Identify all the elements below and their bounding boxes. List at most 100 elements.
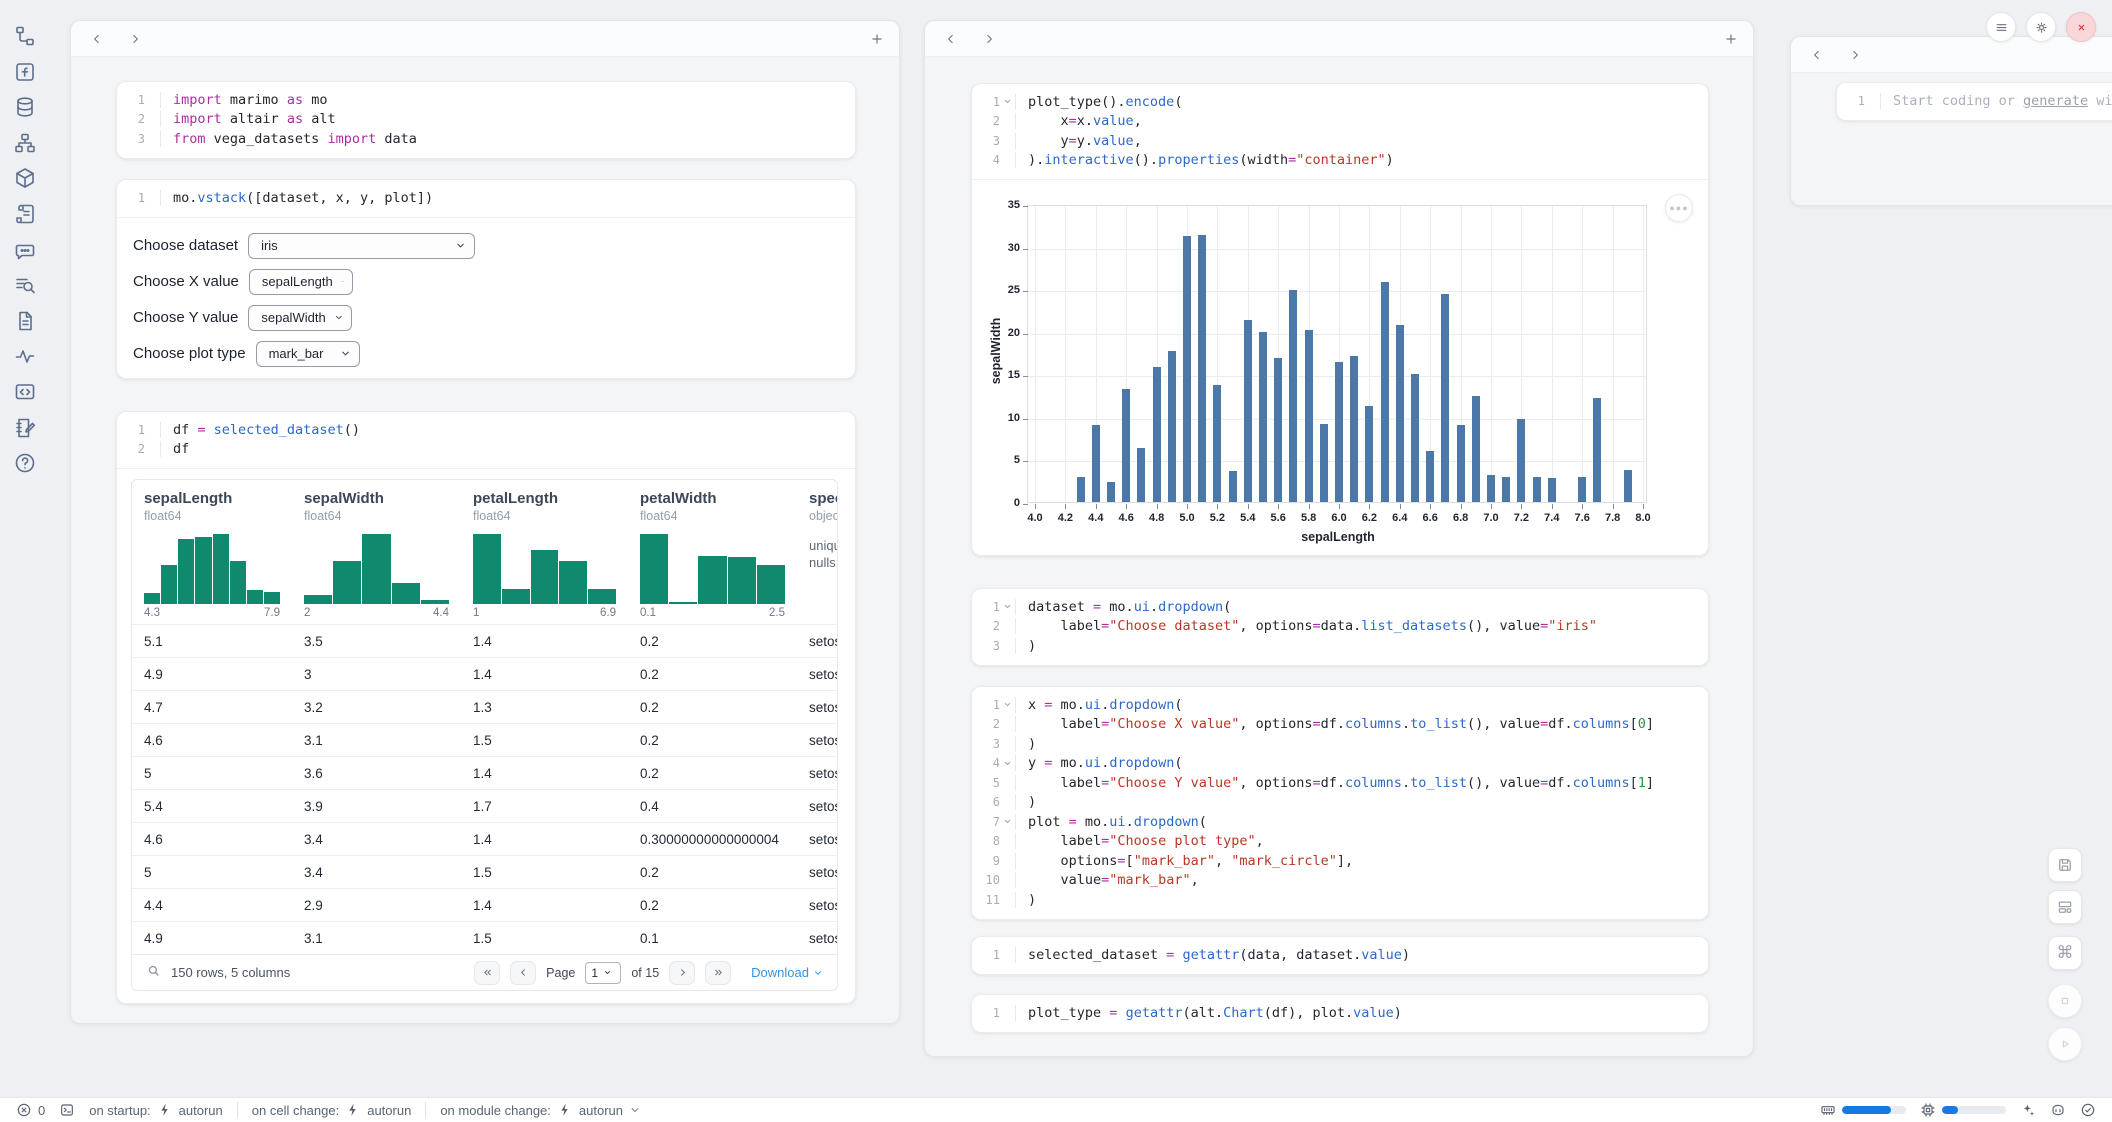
code-line[interactable]: 4y = mo.ui.dropdown( [972,754,1708,774]
fold-chevron-icon[interactable] [1000,817,1015,826]
cell-xy-plot-dropdowns[interactable]: 1x = mo.ui.dropdown(2 label="Choose X va… [971,686,1709,920]
cell-vstack[interactable]: 1mo.vstack([dataset, x, y, plot]) Choose… [116,179,856,379]
help-icon[interactable] [13,451,37,475]
fold-chevron-icon[interactable] [1000,602,1015,611]
last-page-button[interactable] [705,961,731,985]
column-header-species[interactable]: speciesobjectunique:nulls: [797,480,837,624]
run-circle-button[interactable] [2048,1027,2082,1061]
cell-plot-type[interactable]: 1plot_type = getattr(alt.Chart(df), plot… [971,994,1709,1033]
table-row[interactable]: 53.61.40.2setosa [132,756,837,789]
logs-icon[interactable] [13,273,37,297]
column-header-petalLength[interactable]: petalLengthfloat6416.9 [461,480,628,624]
code-line[interactable]: 6) [972,793,1708,813]
table-row[interactable]: 4.42.91.40.2setosa [132,888,837,921]
copilot-button[interactable] [2050,1102,2066,1118]
menu-button[interactable] [1986,12,2016,42]
on-module-change-setting[interactable]: on module change: autorun [440,1102,641,1118]
choose-dataset-dropdown[interactable]: iris [248,233,475,259]
code-line[interactable]: 2 x=x.value, [972,112,1708,132]
search-icon[interactable] [146,963,161,983]
layout-grid-button[interactable] [2048,890,2082,924]
table-row[interactable]: 4.93.11.50.1setosa [132,921,837,954]
code-line[interactable]: 4).interactive().properties(width="conta… [972,151,1708,171]
error-count-badge[interactable]: 0 [16,1102,45,1118]
command-button[interactable]: ⌘ [2048,936,2082,970]
code-line[interactable]: 1selected_dataset = getattr(data, datase… [972,945,1708,965]
code-line[interactable]: 3 y=y.value, [972,131,1708,151]
choose-y-value-dropdown[interactable]: sepalWidth [248,305,352,331]
tracing-icon[interactable] [13,344,37,368]
chevron-left-icon[interactable] [87,29,107,49]
code-line[interactable]: 3) [972,636,1708,656]
cell-dataframe[interactable]: 1df = selected_dataset()2df sepalLengthf… [116,411,856,1004]
cell-empty[interactable]: 1Start coding or generate with AI [1836,82,2112,121]
code-placeholder[interactable]: Start coding or generate with AI [1880,93,2112,109]
page-select[interactable]: 1 [585,962,621,984]
terminal-button[interactable] [59,1102,75,1118]
connection-status-button[interactable] [2080,1102,2096,1118]
ai-assist-button[interactable] [2020,1102,2036,1118]
cell-selected-dataset[interactable]: 1selected_dataset = getattr(data, datase… [971,936,1709,975]
chevron-left-icon[interactable] [941,29,961,49]
add-cell-icon[interactable] [867,29,887,49]
table-row[interactable]: 4.63.41.40.30000000000000004setosa [132,822,837,855]
code-line[interactable]: 9 options=["mark_bar", "mark_circle"], [972,851,1708,871]
code-line[interactable]: 5 label="Choose Y value", options=df.col… [972,773,1708,793]
documentation-icon[interactable] [13,202,37,226]
code-line[interactable]: 3from vega_datasets import data [117,129,855,149]
fold-chevron-icon[interactable] [1000,97,1015,106]
code-line[interactable]: 11) [972,890,1708,910]
column-header-sepalLength[interactable]: sepalLengthfloat644.37.9 [132,480,292,624]
chevron-right-icon[interactable] [1845,45,1865,65]
snippets-icon[interactable] [13,380,37,404]
code-line[interactable]: 1df = selected_dataset() [117,420,855,440]
on-cell-change-setting[interactable]: on cell change: autorun [252,1102,412,1118]
add-cell-icon[interactable] [1721,29,1741,49]
prev-page-button[interactable] [510,961,536,985]
outline-icon[interactable] [13,309,37,333]
code-line[interactable]: 1dataset = mo.ui.dropdown( [972,597,1708,617]
code-line[interactable]: 2import altair as alt [117,110,855,130]
code-line[interactable]: 1plot_type = getattr(alt.Chart(df), plot… [972,1003,1708,1023]
first-page-button[interactable] [474,961,500,985]
table-row[interactable]: 5.13.51.40.2setosa [132,624,837,657]
dependencies-icon[interactable] [13,131,37,155]
save-button[interactable] [2048,848,2082,882]
altair-bar-chart[interactable]: 4.04.24.44.64.85.05.25.45.65.86.06.26.46… [1027,205,1647,503]
stop-circle-button[interactable] [2048,984,2082,1018]
code-line[interactable]: 1import marimo as mo [117,90,855,110]
file-explorer-icon[interactable] [13,24,37,48]
code-line[interactable]: 2 label="Choose X value", options=df.col… [972,715,1708,735]
chevron-right-icon[interactable] [979,29,999,49]
code-line[interactable]: 1x = mo.ui.dropdown( [972,695,1708,715]
code-line[interactable]: 7plot = mo.ui.dropdown( [972,812,1708,832]
cell-dataset-dropdown[interactable]: 1dataset = mo.ui.dropdown(2 label="Choos… [971,588,1709,666]
code-line[interactable]: 1plot_type().encode( [972,92,1708,112]
code-line[interactable]: 2df [117,440,855,460]
code-line[interactable]: 8 label="Choose plot type", [972,832,1708,852]
shutdown-button[interactable] [2066,12,2096,42]
column-header-petalWidth[interactable]: petalWidthfloat640.12.5 [628,480,797,624]
table-row[interactable]: 4.73.21.30.2setosa [132,690,837,723]
packages-icon[interactable] [13,166,37,190]
next-page-button[interactable] [669,961,695,985]
chart-menu-button[interactable]: ●●● [1665,194,1693,222]
code-line[interactable]: 3) [972,734,1708,754]
scratchpad-icon[interactable] [13,416,37,440]
code-line[interactable]: 1mo.vstack([dataset, x, y, plot]) [117,188,855,208]
choose-x-value-dropdown[interactable]: sepalLength [249,269,353,295]
download-button[interactable]: Download [751,965,823,980]
choose-plot-type-dropdown[interactable]: mark_bar [256,341,360,367]
chevron-left-icon[interactable] [1807,45,1827,65]
table-row[interactable]: 4.63.11.50.2setosa [132,723,837,756]
code-line[interactable]: 10 value="mark_bar", [972,871,1708,891]
chevron-right-icon[interactable] [125,29,145,49]
datasources-icon[interactable] [13,95,37,119]
cell-plot[interactable]: 1plot_type().encode(2 x=x.value,3 y=y.va… [971,83,1709,556]
settings-button[interactable] [2026,12,2056,42]
fold-chevron-icon[interactable] [1000,700,1015,709]
generate-with-ai-link[interactable]: generate [2023,93,2088,109]
on-startup-setting[interactable]: on startup: autorun [89,1102,223,1118]
cell-imports[interactable]: 1import marimo as mo2import altair as al… [116,81,856,159]
variables-icon[interactable] [13,60,37,84]
